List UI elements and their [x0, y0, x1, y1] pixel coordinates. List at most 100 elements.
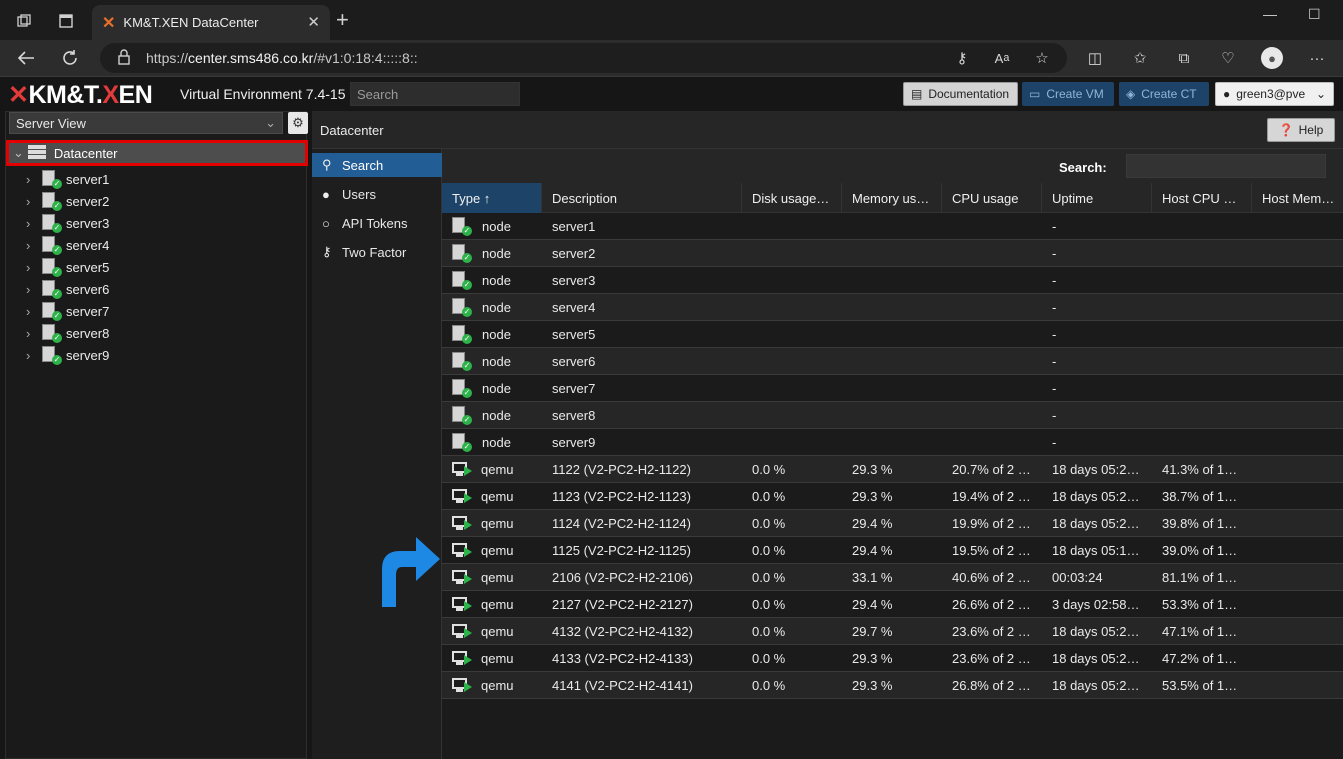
- site-favicon-icon: ✕: [102, 14, 116, 32]
- column-header-type[interactable]: Type ↑: [442, 183, 542, 213]
- gear-icon[interactable]: ⚙: [288, 112, 308, 134]
- minimize-icon[interactable]: —: [1263, 6, 1277, 22]
- split-screen-icon[interactable]: ◫: [1083, 46, 1107, 70]
- tree-item-server[interactable]: › ✓ server4: [26, 234, 109, 256]
- cell-host-memory: [1252, 429, 1343, 455]
- cell-uptime: -: [1052, 408, 1057, 423]
- table-row[interactable]: ✓ node server7 -: [442, 375, 1343, 402]
- column-header-disk-usage[interactable]: Disk usage…: [742, 183, 842, 213]
- new-tab-button[interactable]: +: [336, 8, 349, 32]
- cell-host-cpu: [1152, 321, 1252, 347]
- read-aloud-icon[interactable]: Aa: [990, 46, 1014, 70]
- table-row[interactable]: ✓ node server3 -: [442, 267, 1343, 294]
- table-row[interactable]: ✓ node server9 -: [442, 429, 1343, 456]
- cell-uptime: -: [1052, 300, 1057, 315]
- vm-running-icon: [452, 542, 472, 558]
- favorites-icon[interactable]: ✩: [1128, 46, 1152, 70]
- create-vm-button[interactable]: ▭ Create VM: [1022, 82, 1114, 106]
- url-field[interactable]: https://center.sms486.co.kr/#v1:0:18:4::…: [100, 43, 1067, 73]
- global-search-input[interactable]: Search: [350, 82, 520, 106]
- refresh-icon[interactable]: [58, 46, 82, 70]
- grid-search-input[interactable]: [1126, 154, 1326, 178]
- back-icon[interactable]: [14, 46, 38, 70]
- vm-running-icon: [452, 677, 472, 693]
- table-row[interactable]: ✓ node server5 -: [442, 321, 1343, 348]
- annotation-arrow-icon: [382, 537, 440, 607]
- cell-memory-usage: 33.1 %: [852, 570, 893, 585]
- table-row[interactable]: ✓ node server1 -: [442, 213, 1343, 240]
- table-row[interactable]: qemu 1124 (V2-PC2-H2-1124) 0.0 % 29.4 % 19.9…: [442, 510, 1343, 537]
- page-title: Datacenter: [320, 123, 384, 138]
- column-header-uptime[interactable]: Uptime: [1042, 183, 1152, 213]
- cell-description: 2106 (V2-PC2-H2-2106): [552, 570, 693, 585]
- cell-type: ✓ node: [442, 240, 542, 266]
- cell-description: 4141 (V2-PC2-H2-4141): [552, 678, 693, 693]
- table-row[interactable]: qemu 1123 (V2-PC2-H2-1123) 0.0 % 29.3 % 19.4…: [442, 483, 1343, 510]
- cell-cpu-usage: 20.7% of 2 …: [952, 462, 1031, 477]
- tree-item-label: server6: [66, 281, 110, 297]
- browser-tab[interactable]: ✕ KM&T.XEN DataCenter ✕: [92, 5, 330, 40]
- cell-host-memory: [1252, 645, 1343, 671]
- cell-host-cpu: [1152, 240, 1252, 266]
- maximize-icon[interactable]: ☐: [1308, 6, 1321, 23]
- cell-disk-usage: 0.0 %: [752, 516, 786, 531]
- favorite-star-icon[interactable]: ☆: [1030, 46, 1054, 70]
- cell-disk-usage: [742, 267, 842, 293]
- cell-type: qemu: [442, 456, 542, 482]
- tree-item-server[interactable]: › ✓ server2: [26, 190, 109, 212]
- tree-item-datacenter[interactable]: ⌄ Datacenter: [6, 140, 308, 166]
- column-header-host-memory[interactable]: Host Mem…: [1252, 183, 1343, 213]
- tree-item-server[interactable]: › ✓ server8: [26, 322, 109, 344]
- tab-actions-icon[interactable]: [54, 9, 78, 33]
- tree-item-label: server7: [66, 303, 110, 319]
- collections-icon[interactable]: ⧉: [1172, 46, 1196, 70]
- tree-item-server[interactable]: › ✓ server9: [26, 344, 109, 366]
- column-header-host-cpu[interactable]: Host CPU …: [1152, 183, 1252, 213]
- profile-avatar-icon[interactable]: ●: [1260, 46, 1284, 70]
- tree-item-server[interactable]: › ✓ server3: [26, 212, 109, 234]
- column-header-cpu-usage[interactable]: CPU usage: [942, 183, 1042, 213]
- cell-type: qemu: [442, 510, 542, 536]
- tree-item-server[interactable]: › ✓ server5: [26, 256, 109, 278]
- column-header-memory-usage[interactable]: Memory us…: [842, 183, 942, 213]
- workspaces-icon[interactable]: [12, 9, 36, 33]
- table-row[interactable]: qemu 4141 (V2-PC2-H2-4141) 0.0 % 29.3 % 26.8…: [442, 672, 1343, 699]
- table-row[interactable]: qemu 2106 (V2-PC2-H2-2106) 0.0 % 33.1 % 40.6…: [442, 564, 1343, 591]
- tree-item-label: server4: [66, 237, 110, 253]
- cell-cpu-usage: [942, 294, 1042, 320]
- nav-item-two-factor[interactable]: ⚷ Two Factor: [312, 240, 442, 264]
- table-row[interactable]: qemu 1125 (V2-PC2-H2-1125) 0.0 % 29.4 % 19.5…: [442, 537, 1343, 564]
- table-row[interactable]: qemu 4132 (V2-PC2-H2-4132) 0.0 % 29.7 % 23.6…: [442, 618, 1343, 645]
- cell-description: 4132 (V2-PC2-H2-4132): [552, 624, 693, 639]
- cell-type: qemu: [442, 537, 542, 563]
- book-icon: ▤: [911, 87, 923, 101]
- tree-item-server[interactable]: › ✓ server7: [26, 300, 109, 322]
- cell-uptime: 00:03:24: [1052, 570, 1103, 585]
- performance-icon[interactable]: ♡: [1216, 46, 1240, 70]
- more-menu-icon[interactable]: ···: [1305, 46, 1329, 70]
- nav-item-api-tokens[interactable]: ○ API Tokens: [312, 211, 442, 235]
- cell-disk-usage: [742, 375, 842, 401]
- tree-item-server[interactable]: › ✓ server6: [26, 278, 109, 300]
- close-tab-icon[interactable]: ✕: [307, 13, 320, 31]
- table-row[interactable]: ✓ node server6 -: [442, 348, 1343, 375]
- nav-item-users[interactable]: ● Users: [312, 182, 442, 206]
- user-menu-button[interactable]: ● green3@pve ⌄: [1215, 82, 1334, 106]
- table-row[interactable]: qemu 4133 (V2-PC2-H2-4133) 0.0 % 29.3 % 23.6…: [442, 645, 1343, 672]
- tree-item-server[interactable]: › ✓ server1: [26, 168, 109, 190]
- table-row[interactable]: ✓ node server4 -: [442, 294, 1343, 321]
- view-selector[interactable]: Server View ⌄: [9, 112, 283, 134]
- create-ct-button[interactable]: ◈ Create CT: [1119, 82, 1209, 106]
- table-row[interactable]: ✓ node server2 -: [442, 240, 1343, 267]
- documentation-button[interactable]: ▤ Documentation: [903, 82, 1018, 106]
- column-header-description[interactable]: Description: [542, 183, 742, 213]
- vm-running-icon: [452, 596, 472, 612]
- table-row[interactable]: qemu 1122 (V2-PC2-H2-1122) 0.0 % 29.3 % 20.7…: [442, 456, 1343, 483]
- nav-item-search[interactable]: ⚲ Search: [312, 153, 442, 177]
- cell-disk-usage: [742, 294, 842, 320]
- cell-description: server7: [552, 381, 596, 396]
- table-row[interactable]: qemu 2127 (V2-PC2-H2-2127) 0.0 % 29.4 % 26.6…: [442, 591, 1343, 618]
- help-button[interactable]: ❓ Help: [1267, 118, 1335, 142]
- key-icon[interactable]: ⚷: [950, 46, 974, 70]
- table-row[interactable]: ✓ node server8 -: [442, 402, 1343, 429]
